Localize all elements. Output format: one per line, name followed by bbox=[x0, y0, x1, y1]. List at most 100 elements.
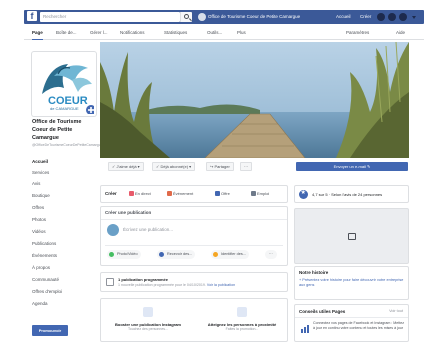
see-all-link[interactable]: Voir tout bbox=[389, 309, 403, 313]
view-scheduled-link[interactable]: Voir la publication bbox=[207, 283, 235, 287]
location-pin-icon bbox=[237, 307, 247, 317]
scheduled-title: 1 publication programmée bbox=[118, 277, 169, 282]
cover-photo[interactable] bbox=[100, 42, 409, 158]
create-job-label: Emploi bbox=[257, 191, 270, 196]
tip-subtitle: Faites la promotion... bbox=[225, 327, 259, 331]
cover-photo-image bbox=[100, 42, 409, 158]
promote-button[interactable]: Promouvoir bbox=[32, 325, 68, 336]
live-video-icon bbox=[129, 191, 134, 196]
tag-people-icon bbox=[213, 252, 218, 257]
page-tips-title: Conseils utiles Pages bbox=[299, 309, 346, 314]
send-email-button[interactable]: Envoyer un e-mail ✎ bbox=[296, 162, 408, 171]
sidebar-item-photos[interactable]: Photos bbox=[32, 217, 90, 223]
tips-card: Booster une publication Instagram Touche… bbox=[100, 298, 288, 342]
sidebar-item-agenda[interactable]: Agenda bbox=[32, 301, 90, 307]
tab-manage[interactable]: Gérer l... bbox=[90, 29, 108, 37]
facebook-logo-icon[interactable]: f bbox=[27, 11, 37, 21]
camera-icon bbox=[348, 233, 356, 240]
notifications-icon[interactable] bbox=[399, 13, 407, 21]
tab-tools[interactable]: Outils... bbox=[207, 29, 222, 37]
sidebar-item-posts[interactable]: Publications bbox=[32, 241, 90, 247]
create-offer-button[interactable]: Offre bbox=[215, 191, 230, 196]
our-story-card: Notre histoire + Présentez votre histoir… bbox=[294, 266, 409, 300]
tab-settings[interactable]: Paramètres bbox=[346, 29, 369, 37]
tab-page[interactable]: Page bbox=[32, 29, 43, 40]
photo-video-button[interactable]: Photo/Vidéo bbox=[107, 250, 141, 259]
photo-video-label: Photo/Vidéo bbox=[117, 252, 138, 256]
scheduled-description: 1 nouvelle publication programmée pour l… bbox=[118, 283, 206, 287]
page-handle[interactable]: @OfficeDeTourismeCoeurDePetiteCamargue bbox=[32, 143, 103, 148]
divider bbox=[295, 317, 408, 318]
tab-insights[interactable]: Statistiques bbox=[164, 29, 187, 37]
calendar-icon bbox=[106, 278, 114, 286]
tip-instagram[interactable]: Booster une publication Instagram Touche… bbox=[103, 307, 193, 331]
liked-button[interactable]: ✓ J'aime déjà ▾ bbox=[108, 162, 144, 171]
page-tips-card: Conseils utiles Pages Voir tout Connecte… bbox=[294, 304, 409, 342]
rating-text: 4,7 sur 5 · Selon l'avis de 24 personnes bbox=[312, 192, 383, 197]
add-story-link[interactable]: + Présentez votre histoire pour faire dé… bbox=[299, 278, 405, 288]
create-post-card: Créer une publication Écrivez une public… bbox=[100, 206, 288, 266]
chart-icon bbox=[301, 325, 309, 333]
page-profile-picture[interactable]: COEUR de CAMARGUE bbox=[32, 52, 96, 116]
create-post-heading: Créer une publication bbox=[105, 210, 152, 215]
scheduled-text: 1 nouvelle publication programmée pour l… bbox=[118, 283, 235, 287]
sidebar-item-jobs[interactable]: Offres d'emploi bbox=[32, 289, 90, 295]
coeur-de-camargue-logo: COEUR de CAMARGUE bbox=[34, 54, 94, 114]
caret-down-icon[interactable] bbox=[412, 16, 416, 19]
sidebar-item-events[interactable]: Événements bbox=[32, 253, 90, 259]
scheduled-post-notice: 1 publication programmée 1 nouvelle publ… bbox=[100, 272, 288, 292]
sidebar-item-offers[interactable]: Offres bbox=[32, 205, 90, 211]
search-button[interactable] bbox=[180, 12, 192, 22]
sidebar-item-home[interactable]: Accueil bbox=[32, 159, 90, 165]
sidebar-item-services[interactable]: Services bbox=[32, 170, 90, 176]
tip-nearby[interactable]: Atteignez les personnes à proximité Fait… bbox=[197, 307, 287, 331]
get-messages-button[interactable]: Recevoir des... bbox=[157, 250, 196, 259]
more-options-button[interactable]: ··· bbox=[240, 162, 252, 171]
page-action-bar: ✓ J'aime déjà ▾ ✓ Déjà abonné(e) ▾ ↪ Par… bbox=[100, 160, 409, 174]
tag-people-button[interactable]: Identifier des... bbox=[211, 250, 249, 259]
page-tab-bar: Page Boîte de... Gérer l... Notification… bbox=[24, 26, 424, 40]
instagram-boost-icon bbox=[143, 307, 153, 317]
photo-icon bbox=[109, 252, 114, 257]
page-avatar[interactable] bbox=[198, 13, 206, 21]
star-icon bbox=[299, 189, 308, 199]
get-messages-label: Recevoir des... bbox=[167, 252, 193, 256]
tab-inbox[interactable]: Boîte de... bbox=[56, 29, 77, 37]
our-story-title: Notre histoire bbox=[299, 270, 329, 275]
logo-subtext: de CAMARGUE bbox=[50, 106, 79, 111]
sidebar-item-reviews[interactable]: Avis bbox=[32, 181, 90, 187]
following-button[interactable]: ✓ Déjà abonné(e) ▾ bbox=[152, 162, 196, 171]
rating-card[interactable]: 4,7 sur 5 · Selon l'avis de 24 personnes bbox=[294, 185, 409, 203]
tag-people-label: Identifier des... bbox=[221, 252, 246, 256]
sidebar-item-about[interactable]: À propos bbox=[32, 265, 90, 271]
more-post-options-button[interactable]: ··· bbox=[265, 250, 277, 259]
sidebar-item-shop[interactable]: Boutique bbox=[32, 193, 90, 199]
share-button[interactable]: ↪ Partager bbox=[206, 162, 234, 171]
page-title: Office de Tourisme Coeur de Petite Camar… bbox=[32, 119, 82, 141]
create-offer-label: Offre bbox=[221, 191, 230, 196]
briefcase-icon bbox=[251, 191, 256, 196]
divider bbox=[101, 219, 287, 220]
page-tip-text[interactable]: Connectez vos pages de Facebook et Insta… bbox=[313, 321, 405, 330]
create-job-button[interactable]: Emploi bbox=[251, 191, 269, 196]
sidebar-item-community[interactable]: Communauté bbox=[32, 277, 90, 283]
tag-icon bbox=[215, 191, 220, 196]
messages-icon[interactable] bbox=[388, 13, 396, 21]
tab-more[interactable]: Plus bbox=[237, 29, 246, 37]
search-input[interactable]: Rechercher bbox=[40, 12, 180, 22]
create-live-button[interactable]: En direct bbox=[129, 191, 151, 196]
tab-help[interactable]: Aide bbox=[396, 29, 405, 37]
sidebar-item-videos[interactable]: Vidéos bbox=[32, 229, 90, 235]
tip-subtitle: Touchez des personnes... bbox=[128, 327, 168, 331]
friends-icon[interactable] bbox=[377, 13, 385, 21]
map-card[interactable] bbox=[294, 208, 409, 264]
messenger-icon bbox=[159, 252, 164, 257]
page-name-link[interactable]: Office de Tourisme Coeur de Petite Camar… bbox=[208, 12, 300, 22]
create-event-button[interactable]: Événement bbox=[167, 191, 193, 196]
tab-notifications[interactable]: Notifications bbox=[120, 29, 145, 37]
create-live-label: En direct bbox=[135, 191, 151, 196]
create-link[interactable]: Créer bbox=[360, 12, 371, 22]
top-navigation-bar: f Rechercher Office de Tourisme Coeur de… bbox=[0, 0, 444, 26]
home-link[interactable]: Accueil bbox=[336, 12, 351, 22]
post-composer-input[interactable]: Écrivez une publication... bbox=[123, 227, 173, 232]
